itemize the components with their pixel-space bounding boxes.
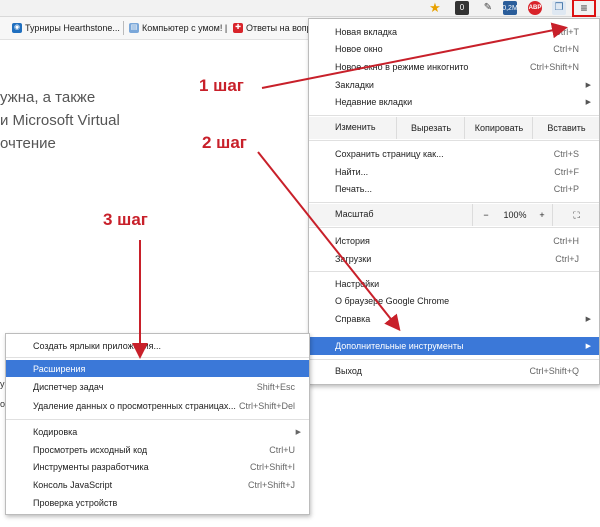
arrow-step2 bbox=[257, 151, 401, 332]
annotation-step2: 2 шаг bbox=[202, 133, 247, 152]
arrow-step1 bbox=[261, 22, 568, 89]
annotation-step3: 3 шаг bbox=[103, 210, 148, 229]
annotation-step1: 1 шаг bbox=[199, 76, 244, 95]
annotation-arrows bbox=[132, 22, 568, 359]
